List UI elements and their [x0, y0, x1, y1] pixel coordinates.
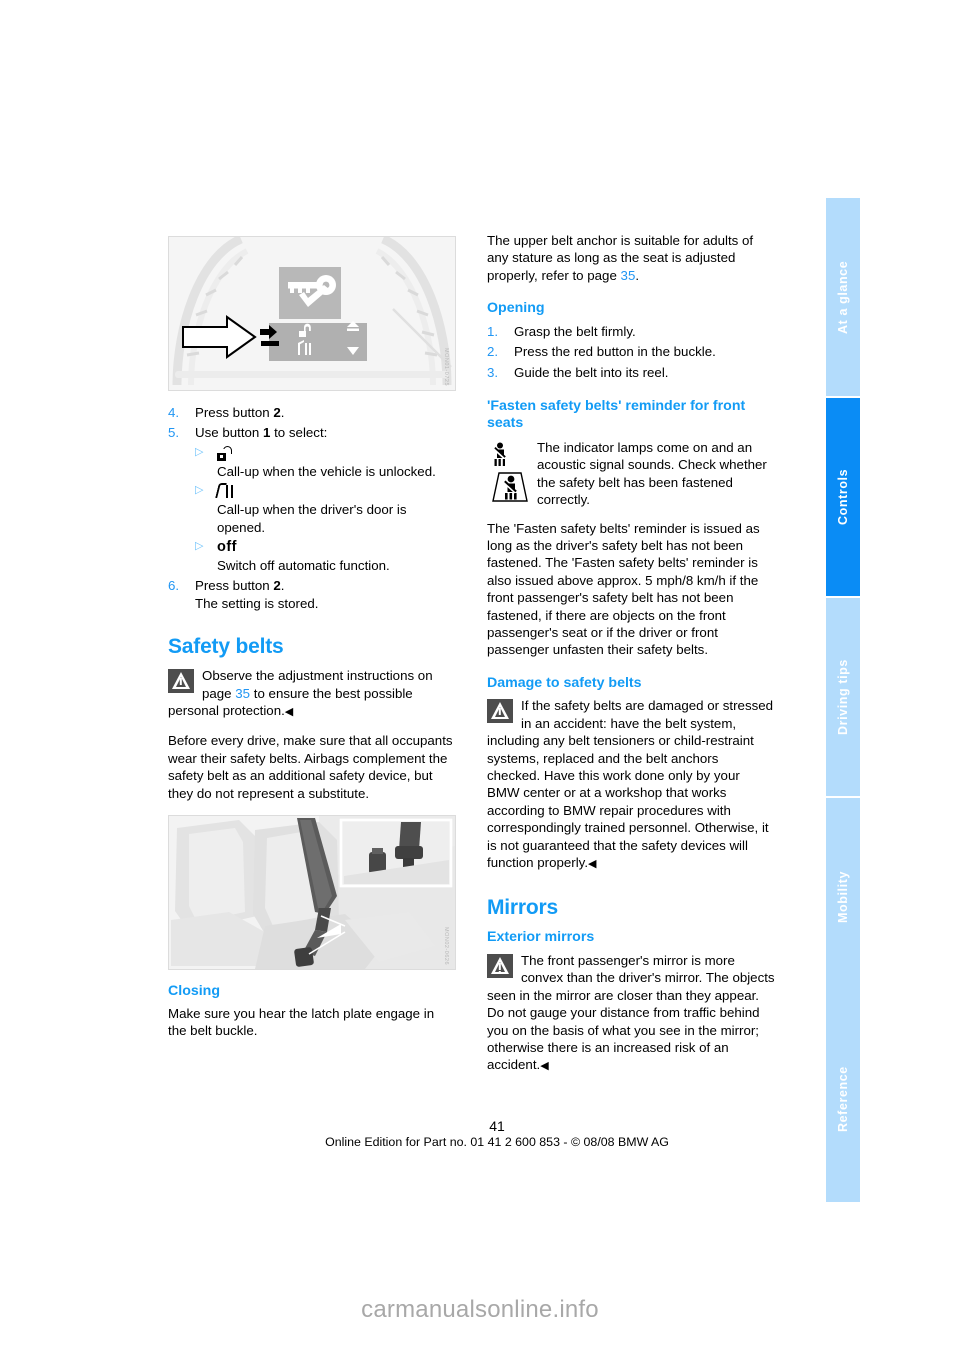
heading-safety-belts: Safety belts: [168, 635, 284, 659]
step-text-after: .: [280, 405, 285, 420]
tab-reference[interactable]: Reference: [826, 996, 860, 1202]
step-text-before: Press button: [195, 578, 274, 594]
footer-edition-line: Online Edition for Part no. 01 41 2 600 …: [325, 1135, 669, 1149]
paragraph-fasten-reminder: The 'Fasten safety belts' reminder is is…: [487, 520, 760, 658]
tab-mobility[interactable]: Mobility: [826, 796, 860, 996]
figure-instrument-cluster: MON01-0725: [168, 236, 456, 391]
warning-triangle-icon: [487, 699, 513, 724]
option-off: ▷ off Switch off automatic function.: [195, 538, 456, 574]
left-column: MON01-0725 4. Press button 2. 5. Use but…: [168, 236, 456, 1050]
seatbelt-indicator-icons: [489, 441, 529, 507]
text-after-link: .: [635, 267, 640, 283]
section-tab-rail: At a glance Controls Driving tips Mobili…: [826, 196, 860, 1202]
step-text-after: .: [280, 578, 285, 594]
step-text-after: to select:: [270, 425, 328, 441]
note-indicator-lamps: The indicator lamps come on and an acous…: [487, 439, 775, 509]
manual-page: At a glance Controls Driving tips Mobili…: [0, 0, 960, 1358]
step-number: 4.: [168, 405, 180, 420]
figure-seat-belt: MON02-0626: [168, 815, 456, 971]
heading-damage-to-safety-belts: Damage to safety belts: [487, 674, 642, 691]
right-column: The upper belt anchor is suitable for ad…: [487, 232, 775, 1087]
step-bold: 2: [273, 405, 281, 420]
heading-mirrors: Mirrors: [487, 896, 558, 920]
tab-label: At a glance: [836, 260, 850, 334]
triangle-bullet-icon: ▷: [195, 445, 204, 458]
step-6-line2: The setting is stored.: [195, 595, 319, 611]
paragraph-closing: Make sure you hear the latch plate engag…: [168, 1005, 435, 1038]
step-text-before: Press button: [195, 405, 274, 420]
heading-fasten-reminder: 'Fasten safety belts' reminder for front…: [487, 397, 746, 432]
note-end-marker-icon: ◀: [540, 1060, 549, 1073]
note-text: The indicator lamps come on and an acous…: [537, 439, 767, 508]
seatbelt-reminder-symbols: [492, 442, 528, 502]
warning-triangle-icon: [168, 669, 194, 694]
step-6: 6. Press button 2. The setting is stored…: [168, 577, 456, 612]
step-text: Press the red button in the buckle.: [514, 344, 716, 360]
tab-label: Reference: [836, 1066, 850, 1132]
note-adjustment-warning: Observe the adjustment instructions on p…: [168, 667, 456, 721]
unlock-icon: [217, 445, 233, 461]
seat-belt-illustration: [169, 816, 455, 970]
note-text: If the safety belts are damaged or stres…: [487, 698, 774, 870]
paragraph-belt-intro: Before every drive, make sure that all o…: [168, 733, 453, 801]
step-number: 3.: [487, 364, 499, 380]
option-door-opened: ▷ Call-up when the driver's door is open…: [195, 482, 456, 536]
steps-list-6: 6. Press button 2. The setting is stored…: [168, 577, 456, 612]
step-number: 1.: [487, 323, 499, 339]
page-footer: 41 Online Edition for Part no. 01 41 2 6…: [168, 1118, 826, 1149]
option-glyph: [217, 445, 233, 461]
steps-list-4-5: 4. Press button 2. 5. Use button 1 to se…: [168, 404, 456, 574]
page-reference-link[interactable]: 35: [621, 268, 636, 283]
door-open-icon: [215, 483, 235, 499]
figure-id: MON02-0626: [443, 927, 449, 966]
triangle-bullet-icon: ▷: [195, 484, 204, 497]
belt-person-framed-icon: [492, 472, 528, 502]
step-4: 4. Press button 2.: [168, 404, 456, 421]
note-damage-warning: If the safety belts are damaged or stres…: [487, 697, 775, 873]
heading-opening: Opening: [487, 300, 545, 317]
option-description: Call-up when the vehicle is unlocked.: [217, 463, 436, 479]
footer-tab-marker: [852, 1122, 859, 1162]
opening-step-2: 2. Press the red button in the buckle.: [487, 343, 775, 360]
figure-id: MON01-0725: [443, 347, 449, 386]
selection-options: ▷ Call-up when the vehicle is unlocked. …: [195, 444, 456, 575]
option-description: Call-up when the driver's door is opened…: [217, 502, 407, 535]
tab-label: Mobility: [836, 870, 850, 924]
option-unlocked: ▷ Call-up when the vehicle is unlocked.: [195, 444, 456, 480]
warning-triangle-icon: [487, 953, 513, 978]
step-bold: 2: [273, 578, 281, 594]
opening-step-3: 3. Guide the belt into its reel.: [487, 364, 775, 381]
tab-driving-tips[interactable]: Driving tips: [826, 596, 860, 796]
heading-exterior-mirrors: Exterior mirrors: [487, 929, 595, 946]
opening-step-1: 1. Grasp the belt firmly.: [487, 323, 775, 340]
step-text: Guide the belt into its reel.: [514, 364, 669, 380]
step-text-before: Use button: [195, 425, 264, 441]
tab-at-a-glance[interactable]: At a glance: [826, 196, 860, 396]
belt-person-small-icon: [493, 442, 506, 466]
note-text: The front passenger's mirror is more con…: [487, 952, 775, 1073]
note-end-marker-icon: ◀: [284, 706, 294, 719]
page-number: 41: [489, 1118, 505, 1134]
heading-closing: Closing: [168, 983, 221, 1000]
option-description: Switch off automatic function.: [217, 558, 390, 574]
note-mirror-warning: The front passenger's mirror is more con…: [487, 952, 775, 1076]
option-glyph-text: off: [217, 539, 238, 556]
tab-label: Controls: [836, 468, 850, 526]
steps-list-opening: 1. Grasp the belt firmly. 2. Press the r…: [487, 323, 775, 381]
step-number: 5.: [168, 425, 180, 441]
step-5: 5. Use button 1 to select: ▷ Call-up whe…: [168, 424, 456, 574]
instrument-cluster-illustration: [169, 237, 455, 390]
note-end-marker-icon: ◀: [588, 857, 597, 870]
triangle-bullet-icon: ▷: [195, 540, 204, 553]
step-number: 2.: [487, 344, 499, 360]
paragraph-upper-belt-anchor: The upper belt anchor is suitable for ad…: [487, 232, 775, 284]
step-text: Grasp the belt firmly.: [514, 323, 636, 339]
tab-label: Driving tips: [836, 659, 850, 735]
site-watermark: carmanualsonline.info: [361, 1296, 599, 1323]
option-glyph: [215, 483, 235, 499]
tab-controls[interactable]: Controls: [826, 396, 860, 596]
step-number: 6.: [168, 578, 180, 594]
page-reference-link[interactable]: 35: [235, 686, 250, 701]
